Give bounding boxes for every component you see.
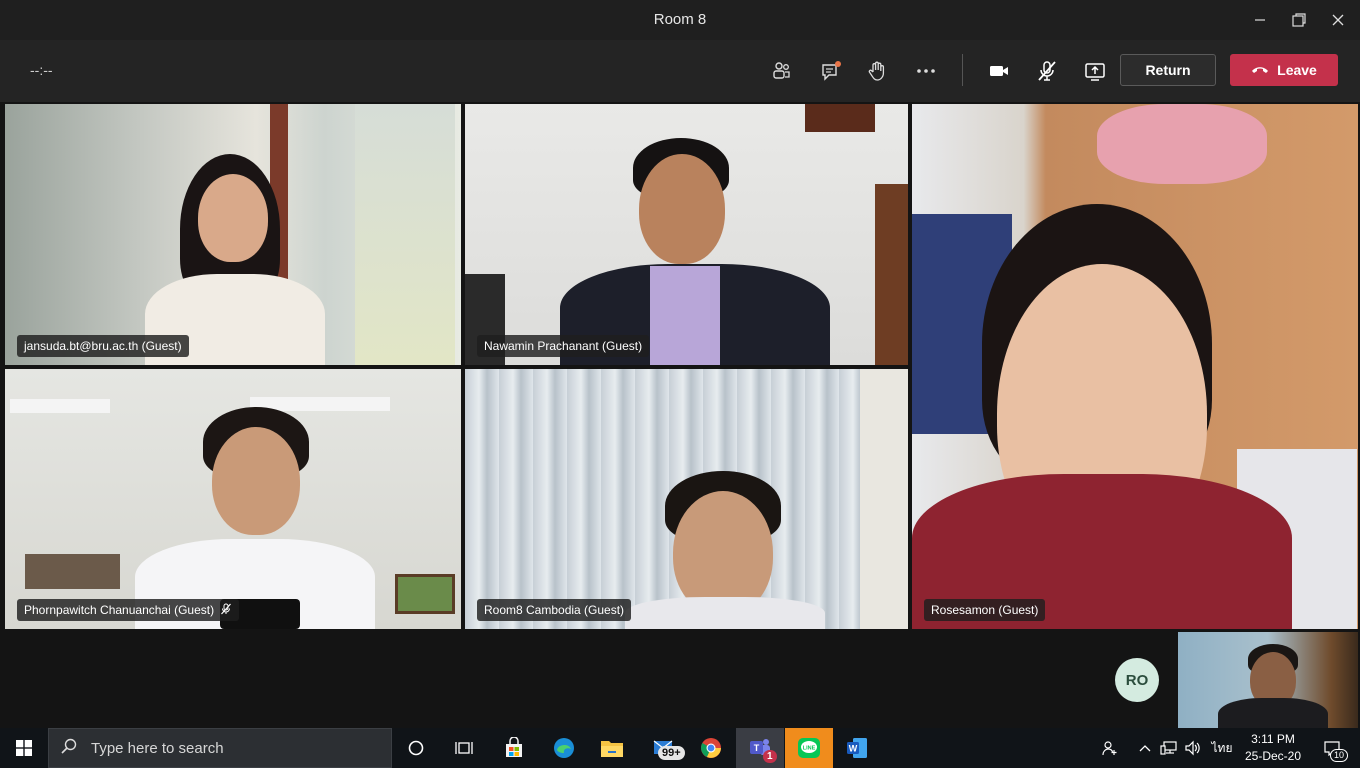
meeting-timer: --:-- — [30, 62, 53, 78]
people-icon[interactable] — [1098, 728, 1122, 768]
chevron-up-icon[interactable] — [1136, 728, 1154, 768]
share-screen-icon[interactable] — [1080, 56, 1110, 86]
volume-icon[interactable] — [1182, 728, 1204, 768]
participant-name: Rosesamon (Guest) — [931, 603, 1039, 617]
participant-video-tile[interactable]: jansuda.bt@bru.ac.th (Guest) — [5, 104, 461, 365]
window-title: Room 8 — [653, 11, 707, 28]
svg-text:W: W — [849, 744, 858, 754]
input-language[interactable]: ไทย — [1208, 728, 1236, 768]
return-button[interactable]: Return — [1120, 54, 1216, 86]
network-icon[interactable] — [1158, 728, 1180, 768]
notification-center-icon[interactable]: 10 — [1314, 728, 1350, 768]
participant-name: jansuda.bt@bru.ac.th (Guest) — [24, 339, 182, 353]
store-icon[interactable] — [490, 728, 538, 768]
participant-figure — [5, 369, 461, 629]
participant-video-tile[interactable]: Nawamin Prachanant (Guest) — [465, 104, 908, 365]
edge-icon[interactable] — [540, 728, 588, 768]
toolbar-divider — [962, 54, 963, 86]
system-clock[interactable]: 3:11 PM 25-Dec-20 — [1240, 731, 1306, 765]
overflow-participant-avatar[interactable]: RO — [1115, 658, 1159, 702]
more-options-icon[interactable] — [911, 56, 941, 86]
meeting-toolbar: --:-- Return Leave — [0, 40, 1360, 102]
participant-name-tag: Phornpawitch Chanuanchai (Guest) — [17, 599, 240, 621]
windows-taskbar: Type here to search 99+ T 1 LINE W ไทย 3… — [0, 728, 1360, 768]
participant-video-tile[interactable]: Rosesamon (Guest) — [912, 104, 1358, 629]
participant-video-tile[interactable]: Room8 Cambodia (Guest) — [465, 369, 908, 629]
close-icon[interactable] — [1326, 8, 1350, 32]
participant-figure — [465, 104, 908, 365]
participant-figure — [912, 104, 1358, 629]
clock-date: 25-Dec-20 — [1244, 749, 1302, 763]
svg-text:T: T — [754, 743, 760, 753]
participant-figure — [465, 369, 908, 629]
leave-label: Leave — [1277, 62, 1317, 78]
self-view-video[interactable] — [1178, 632, 1358, 728]
cortana-icon[interactable] — [392, 728, 440, 768]
notification-badge: 10 — [1330, 749, 1349, 762]
video-stage: jansuda.bt@bru.ac.th (Guest) Nawamin Pra… — [0, 102, 1360, 728]
chat-icon[interactable] — [816, 56, 846, 86]
search-placeholder: Type here to search — [91, 739, 224, 757]
mail-badge: 99+ — [658, 746, 685, 760]
mail-icon[interactable]: 99+ — [640, 728, 688, 768]
svg-text:LINE: LINE — [803, 746, 816, 752]
participant-video-tile[interactable]: Phornpawitch Chanuanchai (Guest) — [5, 369, 461, 629]
participant-name: Room8 Cambodia (Guest) — [484, 603, 625, 617]
chrome-icon[interactable] — [687, 728, 735, 768]
start-menu-icon[interactable] — [0, 728, 48, 768]
teams-badge: 1 — [763, 750, 777, 763]
participant-name-tag: Rosesamon (Guest) — [924, 599, 1046, 621]
participant-name-tag: jansuda.bt@bru.ac.th (Guest) — [17, 335, 189, 357]
line-app-icon[interactable]: LINE — [785, 728, 833, 768]
participant-name-tag: Nawamin Prachanant (Guest) — [477, 335, 650, 357]
participant-name-tag: Room8 Cambodia (Guest) — [477, 599, 632, 621]
participant-name: Nawamin Prachanant (Guest) — [484, 339, 643, 353]
title-bar: Room 8 — [0, 0, 1360, 40]
task-view-icon[interactable] — [440, 728, 488, 768]
clock-time: 3:11 PM — [1251, 732, 1295, 746]
muted-microphone-icon — [220, 603, 232, 618]
maximize-icon[interactable] — [1287, 8, 1311, 32]
search-icon — [61, 738, 77, 758]
raise-hand-icon[interactable] — [863, 56, 893, 86]
participant-name: Phornpawitch Chanuanchai (Guest) — [24, 603, 215, 617]
word-icon[interactable]: W — [833, 728, 881, 768]
camera-icon[interactable] — [984, 56, 1014, 86]
teams-icon[interactable]: T 1 — [736, 728, 784, 768]
leave-button[interactable]: Leave — [1230, 54, 1338, 86]
participants-icon[interactable] — [767, 56, 797, 86]
participant-figure — [5, 104, 461, 365]
taskbar-search-box[interactable]: Type here to search — [48, 728, 392, 768]
file-explorer-icon[interactable] — [588, 728, 636, 768]
minimize-icon[interactable] — [1248, 8, 1272, 32]
microphone-muted-icon[interactable] — [1032, 56, 1062, 86]
hang-up-icon — [1251, 62, 1269, 78]
